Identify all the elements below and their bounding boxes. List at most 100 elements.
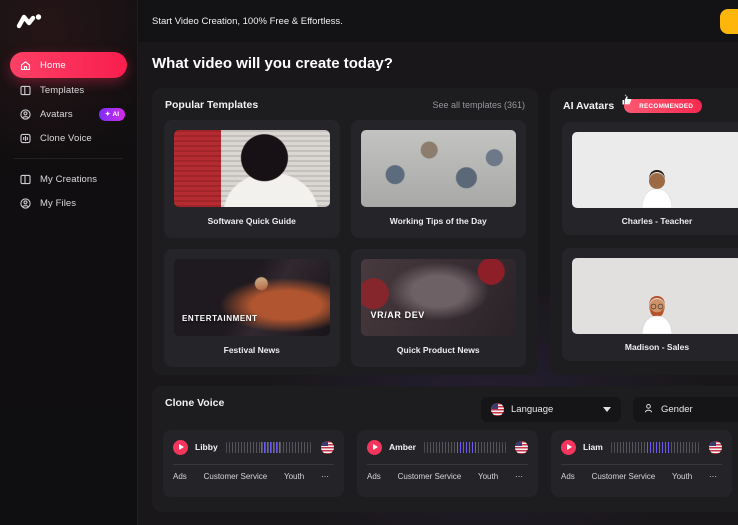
page-title: What video will you create today? [152,55,393,72]
more-tags-button[interactable]: ⋯ [515,472,524,481]
sidebar-item-clone-voice[interactable]: Clone Voice [10,126,127,150]
person-icon [643,403,654,417]
ai-avatars-panel: AI Avatars RECOMMENDED [550,88,738,375]
us-flag-icon [515,441,528,454]
cta-button[interactable] [720,9,738,34]
sidebar-item-label: My Files [40,198,76,209]
voice-tags: Ads Customer Service Youth ⋯ [357,465,538,481]
sidebar-divider [14,158,123,159]
logo-mark [15,12,43,31]
popular-templates-header: Popular Templates See all templates (361… [152,88,538,120]
gender-filter-label: Gender [661,404,693,415]
voice-name: Amber [389,442,416,452]
voice-tag[interactable]: Ads [561,472,575,481]
template-card-festival-news[interactable]: ENTERTAINMENT Festival News [164,249,340,367]
main-content: What video will you create today? Popula… [138,42,738,525]
us-flag-icon [491,403,504,416]
sidebar-item-home[interactable]: Home [10,52,127,78]
avatar-image [572,132,738,208]
avatar-card-charles[interactable]: Charles - Teacher [562,122,738,235]
avatar-person-illustration [625,294,689,334]
templates-icon [19,84,32,97]
voice-tag[interactable]: Ads [173,472,187,481]
template-label: Software Quick Guide [164,216,340,226]
voice-name: Liam [583,442,603,452]
voice-card-amber[interactable]: Amber Ads Customer Service Youth ⋯ [357,430,538,497]
topbar: Start Video Creation, 100% Free & Effort… [138,0,738,42]
play-button[interactable] [173,440,188,455]
clone-voice-panel: Clone Voice Language Gender Libby [152,386,738,512]
voice-tag[interactable]: Youth [672,472,692,481]
sidebar-item-my-creations[interactable]: My Creations [10,167,127,191]
language-filter-label: Language [511,404,553,415]
us-flag-icon [709,441,722,454]
template-card-quick-product-news[interactable]: VR/AR DEV Quick Product News [351,249,527,367]
voice-tag[interactable]: Youth [478,472,498,481]
us-flag-icon [321,441,334,454]
play-button[interactable] [561,440,576,455]
more-tags-button[interactable]: ⋯ [321,472,330,481]
template-label: Festival News [164,345,340,355]
template-card-working-tips[interactable]: Working Tips of the Day [351,120,527,238]
voice-card-top: Libby [163,430,344,464]
thumbs-up-icon [621,94,633,106]
voice-tag[interactable]: Customer Service [592,472,656,481]
sidebar-item-avatars[interactable]: Avatars ✦AI [10,102,127,126]
topbar-tagline: Start Video Creation, 100% Free & Effort… [138,16,343,27]
waveform [226,442,313,453]
chevron-down-icon [603,407,611,412]
template-card-software-quick-guide[interactable]: Software Quick Guide [164,120,340,238]
app-logo[interactable] [15,12,45,32]
sidebar-item-label: Clone Voice [40,133,92,144]
gender-filter-dropdown[interactable]: Gender [633,397,738,422]
language-filter-dropdown[interactable]: Language [481,397,621,422]
play-button[interactable] [367,440,382,455]
voice-tag[interactable]: Ads [367,472,381,481]
template-thumbnail: ENTERTAINMENT [174,259,330,336]
avatar-person-illustration [625,168,689,208]
sidebar-item-label: My Creations [40,174,97,185]
sidebar-item-label: Avatars [40,109,73,120]
voice-tag[interactable]: Customer Service [204,472,268,481]
ai-badge: ✦AI [99,108,125,121]
voice-name: Libby [195,442,218,452]
avatar-card-madison[interactable]: Madison - Sales [562,248,738,361]
voice-card-row: Libby Ads Customer Service Youth ⋯ [163,430,732,497]
more-tags-button[interactable]: ⋯ [709,472,718,481]
template-label: Quick Product News [351,345,527,355]
see-all-templates-link[interactable]: See all templates (361) [432,100,525,110]
creations-icon [19,173,32,186]
voice-tags: Ads Customer Service Youth ⋯ [163,465,344,481]
thumbnail-overlay-text: ENTERTAINMENT [182,314,258,323]
sidebar-item-templates[interactable]: Templates [10,78,127,102]
voice-card-top: Amber [357,430,538,464]
ai-badge-label: AI [113,111,120,118]
template-label: Working Tips of the Day [351,216,527,226]
voice-tag[interactable]: Youth [284,472,304,481]
section-title: AI Avatars [563,100,614,112]
avatar-icon [19,108,32,121]
voice-sliders-icon [19,132,32,145]
ai-avatars-header: AI Avatars RECOMMENDED [550,88,738,122]
files-icon [19,197,32,210]
sidebar-item-my-files[interactable]: My Files [10,191,127,215]
voice-tag[interactable]: Customer Service [398,472,462,481]
recommended-badge-label: RECOMMENDED [639,103,693,110]
voice-card-libby[interactable]: Libby Ads Customer Service Youth ⋯ [163,430,344,497]
voice-card-liam[interactable]: Liam Ads Customer Service Youth ⋯ [551,430,732,497]
home-icon [19,59,32,72]
template-thumbnail [361,130,517,207]
recommended-badge: RECOMMENDED [624,99,702,113]
avatar-label: Madison - Sales [572,342,738,352]
template-thumbnail: VR/AR DEV [361,259,517,336]
template-grid: Software Quick Guide Working Tips of the… [152,120,538,367]
sidebar-item-label: Home [40,60,66,71]
app-window: Home Templates Avatars ✦AI Clone Voice [0,0,738,525]
section-title: Clone Voice [165,397,224,409]
popular-templates-panel: Popular Templates See all templates (361… [152,88,538,375]
sidebar: Home Templates Avatars ✦AI Clone Voice [0,0,138,525]
sidebar-item-label: Templates [40,85,84,96]
voice-card-top: Liam [551,430,732,464]
avatar-label: Charles - Teacher [572,216,738,226]
waveform [424,442,507,453]
